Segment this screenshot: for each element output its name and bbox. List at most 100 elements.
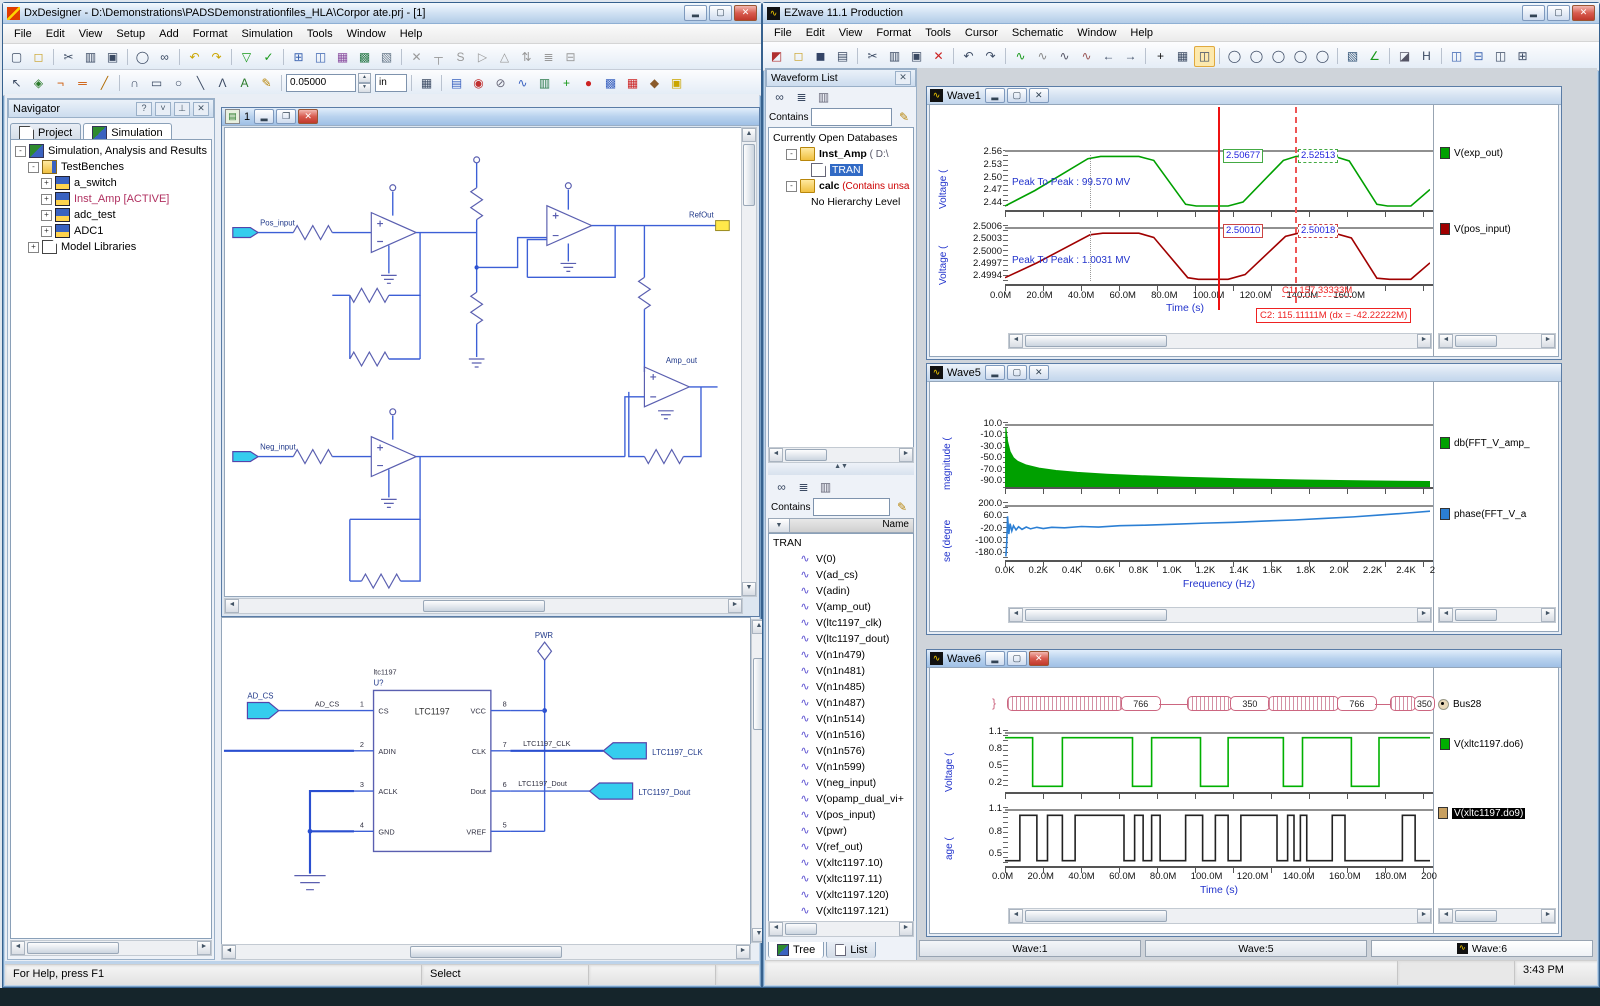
signal-tree-h-scrollbar[interactable]: ◄► bbox=[768, 921, 914, 937]
session-icon[interactable]: ◩ bbox=[766, 46, 787, 67]
swap-icon[interactable]: ⇅ bbox=[516, 46, 537, 67]
chevron-down-icon[interactable]: ˅ bbox=[155, 102, 171, 116]
maximize-button[interactable]: ▢ bbox=[1547, 5, 1570, 21]
columns-icon[interactable]: ◫ bbox=[1490, 46, 1511, 67]
text-icon[interactable]: A bbox=[234, 72, 255, 93]
cursor1-line[interactable] bbox=[1218, 107, 1220, 310]
expand-icon[interactable]: + bbox=[28, 242, 39, 253]
matrix-icon[interactable]: ▩ bbox=[600, 72, 621, 93]
waveform-list-header[interactable]: Waveform List ✕ bbox=[766, 69, 916, 87]
tree-item-v-xltc1197-121-[interactable]: ∿V(xltc1197.121) bbox=[769, 903, 913, 919]
stop-icon[interactable]: ● bbox=[578, 72, 599, 93]
cut-wave-icon[interactable]: ∿ bbox=[1032, 46, 1053, 67]
maximize-button[interactable]: ▢ bbox=[1007, 365, 1027, 380]
delete-icon[interactable]: ✕ bbox=[406, 46, 427, 67]
legend-item[interactable]: db(FFT_V_amp_ bbox=[1440, 437, 1530, 449]
print-icon[interactable]: ▤ bbox=[832, 46, 853, 67]
tree-item-calc[interactable]: -calc (Contains unsa bbox=[769, 178, 913, 194]
wave6-titlebar[interactable]: ∿ Wave6 ▂▢✕ bbox=[927, 650, 1561, 668]
grid-dots-icon[interactable]: ▦ bbox=[416, 72, 437, 93]
schematic-bottom-h-scrollbar[interactable]: ◄► bbox=[221, 944, 751, 960]
pages-icon[interactable]: ≣ bbox=[538, 46, 559, 67]
menu-file[interactable]: File bbox=[7, 27, 39, 41]
link-icon[interactable]: ▥ bbox=[813, 87, 834, 108]
filter-dropdown[interactable]: ▼ bbox=[768, 518, 790, 533]
ripper-icon[interactable]: ╱ bbox=[94, 72, 115, 93]
grid-size-input[interactable]: 0.05000 bbox=[286, 74, 356, 92]
menu-help[interactable]: Help bbox=[393, 27, 430, 41]
expand-icon[interactable]: + bbox=[41, 226, 52, 237]
verify-icon[interactable]: ▽ bbox=[236, 46, 257, 67]
legend-item[interactable]: Bus28 bbox=[1438, 699, 1481, 710]
minimize-button[interactable]: ▂ bbox=[985, 88, 1005, 103]
legend-h-scrollbar[interactable]: ◄► bbox=[1438, 607, 1556, 623]
menu-file[interactable]: File bbox=[767, 26, 799, 40]
undo-icon[interactable]: ↶ bbox=[958, 46, 979, 67]
tree-item-v-n1n514-[interactable]: ∿V(n1n514) bbox=[769, 711, 913, 727]
panel-splitter[interactable]: ▲▼ bbox=[768, 463, 914, 475]
paste-icon[interactable]: ▣ bbox=[906, 46, 927, 67]
zoom-y-icon[interactable]: ◯ bbox=[1312, 46, 1333, 67]
import-icon[interactable]: ← bbox=[1098, 46, 1119, 67]
copy-wave-icon[interactable]: ∿ bbox=[1054, 46, 1075, 67]
legend-item[interactable]: V(exp_out) bbox=[1440, 147, 1503, 159]
measure-icon[interactable]: ∠ bbox=[1364, 46, 1385, 67]
close-icon[interactable]: ✕ bbox=[193, 102, 209, 116]
rows-icon[interactable]: ⊞ bbox=[1512, 46, 1533, 67]
view-icon[interactable]: ▦ bbox=[332, 46, 353, 67]
maximize-button[interactable]: ▢ bbox=[709, 5, 732, 21]
brown-icon[interactable]: ◆ bbox=[644, 72, 665, 93]
close-button[interactable]: ✕ bbox=[1029, 88, 1049, 103]
wave1-canvas[interactable]: Voltage ( 2.562.532.502.472.44 Peak To P… bbox=[929, 104, 1559, 357]
close-icon[interactable]: ✕ bbox=[895, 71, 911, 85]
menu-add[interactable]: Add bbox=[152, 27, 186, 41]
menu-tools[interactable]: Tools bbox=[300, 27, 340, 41]
schematic-window-titlebar[interactable]: ▤ 1 ▂ ❐ ✕ bbox=[222, 108, 759, 126]
find-icon[interactable]: ∞ bbox=[154, 46, 175, 67]
redo-icon[interactable]: ↷ bbox=[980, 46, 1001, 67]
add-probe-icon[interactable]: + bbox=[556, 72, 577, 93]
tree-item-v-n1n485-[interactable]: ∿V(n1n485) bbox=[769, 679, 913, 695]
ezwave-titlebar[interactable]: ∿ EZwave 11.1 Production ▂ ▢ ✕ bbox=[763, 3, 1599, 24]
maximize-button[interactable]: ▢ bbox=[1007, 651, 1027, 666]
close-button[interactable]: ✕ bbox=[734, 5, 757, 21]
polyline-icon[interactable]: Λ bbox=[212, 72, 233, 93]
tree-item-v-pwr-[interactable]: ∿V(pwr) bbox=[769, 823, 913, 839]
tree-item-adc1[interactable]: +ADC1 bbox=[11, 223, 211, 239]
wave5-canvas[interactable]: magnitude ( 10.0-10.0-30.0-50.0-70.0-90.… bbox=[929, 381, 1559, 632]
menu-view[interactable]: View bbox=[832, 26, 870, 40]
window-icon[interactable]: ◫ bbox=[310, 46, 331, 67]
tree-item-inst-amp[interactable]: -Inst_Amp ( D:\ bbox=[769, 146, 913, 162]
maximize-button[interactable]: ▢ bbox=[1007, 88, 1027, 103]
undo-icon[interactable]: ↶ bbox=[184, 46, 205, 67]
menu-view[interactable]: View bbox=[72, 27, 110, 41]
save-icon[interactable]: ◼ bbox=[810, 46, 831, 67]
tree-item-v-n1n479-[interactable]: ∿V(n1n479) bbox=[769, 647, 913, 663]
export-icon[interactable]: ▧ bbox=[376, 46, 397, 67]
add-wave-icon[interactable]: ∿ bbox=[1010, 46, 1031, 67]
tree-item-v-xltc1197-10-[interactable]: ∿V(xltc1197.10) bbox=[769, 855, 913, 871]
expand-icon[interactable]: + bbox=[41, 194, 52, 205]
tree-item-no-hierarchy-level[interactable]: No Hierarchy Level bbox=[769, 194, 913, 210]
line-icon[interactable]: ╲ bbox=[190, 72, 211, 93]
tree-item-v-xltc1197-11-[interactable]: ∿V(xltc1197.11) bbox=[769, 871, 913, 887]
tab-wave5[interactable]: Wave:5 bbox=[1145, 940, 1367, 957]
minimize-button[interactable]: ▂ bbox=[684, 5, 707, 21]
list-mode-icon[interactable]: ≣ bbox=[791, 87, 812, 108]
collapse-icon[interactable]: - bbox=[786, 181, 797, 192]
legend-item[interactable]: V(pos_input) bbox=[1440, 223, 1511, 235]
struct-icon[interactable]: ┬ bbox=[428, 46, 449, 67]
open-icon[interactable]: ◻ bbox=[28, 46, 49, 67]
paste-icon[interactable]: ▣ bbox=[102, 46, 123, 67]
navigator-header[interactable]: Navigator ? ˅ ⊥ ✕ bbox=[8, 99, 214, 118]
legend-item[interactable]: phase(FFT_V_a bbox=[1440, 508, 1526, 520]
export-icon[interactable]: → bbox=[1120, 46, 1141, 67]
tree-item-v-n1n516-[interactable]: ∿V(n1n516) bbox=[769, 727, 913, 743]
tree-item-v-0-[interactable]: ∿V(0) bbox=[769, 551, 913, 567]
wave6-canvas[interactable]: } 766350766350 Bus28 Voltage ( 1.10.80.5… bbox=[929, 667, 1559, 934]
cascade-icon[interactable]: ⊟ bbox=[1468, 46, 1489, 67]
menu-format[interactable]: Format bbox=[869, 26, 918, 40]
schematic-v-scrollbar[interactable]: ▲▼ bbox=[741, 127, 757, 597]
close-button[interactable]: ✕ bbox=[1029, 651, 1049, 666]
menu-format[interactable]: Format bbox=[186, 27, 235, 41]
